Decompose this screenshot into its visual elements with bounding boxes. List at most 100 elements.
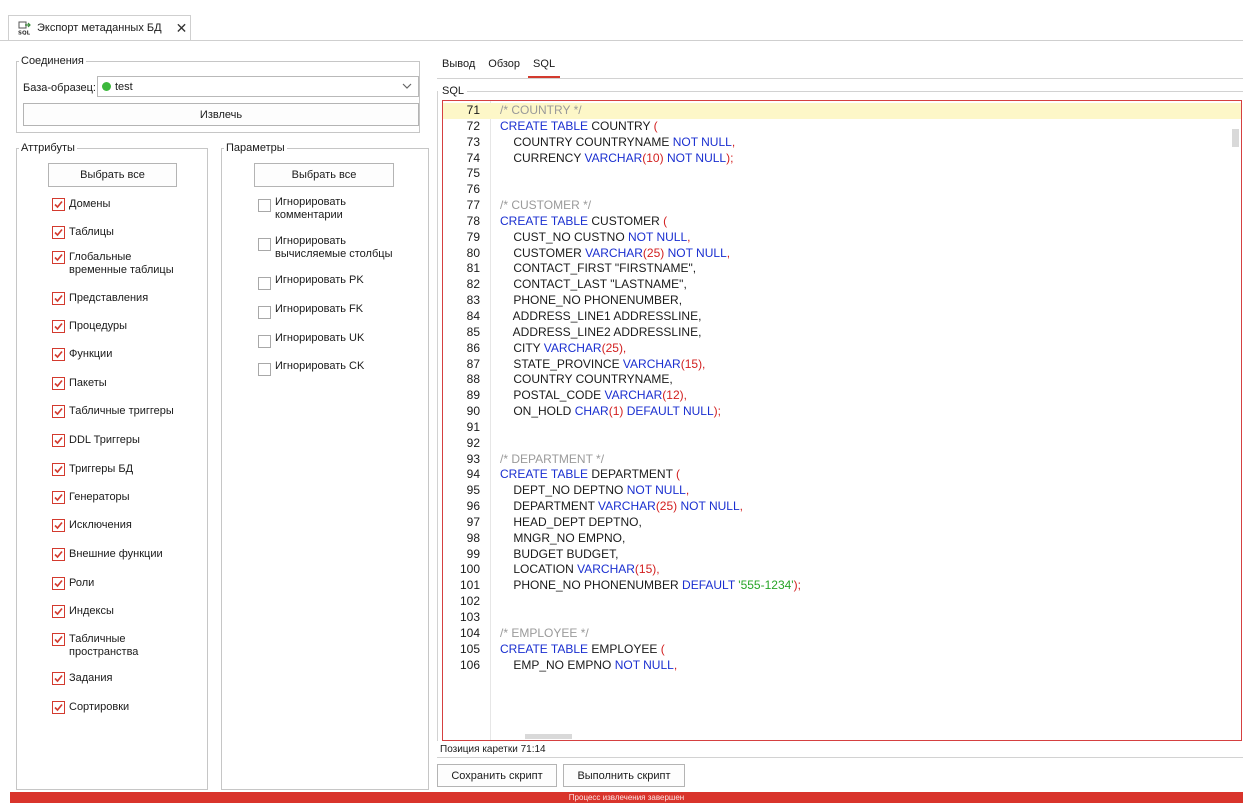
checkbox[interactable] bbox=[258, 277, 271, 290]
code-line[interactable]: 106 EMP_NO EMPNO NOT NULL, bbox=[443, 658, 1241, 674]
code-line[interactable]: 78 CREATE TABLE CUSTOMER ( bbox=[443, 214, 1241, 230]
code-line[interactable]: 74 CURRENCY VARCHAR(10) NOT NULL); bbox=[443, 151, 1241, 167]
code-line[interactable]: 72 CREATE TABLE COUNTRY ( bbox=[443, 119, 1241, 135]
checkbox[interactable] bbox=[52, 226, 65, 239]
checkbox[interactable] bbox=[52, 672, 65, 685]
code-line[interactable]: 88 COUNTRY COUNTRYNAME, bbox=[443, 372, 1241, 388]
checkbox[interactable] bbox=[258, 306, 271, 319]
parameter-checkbox-item[interactable]: Игнорировать UK bbox=[258, 332, 418, 348]
code-token: ); bbox=[726, 150, 734, 165]
attribute-checkbox-item[interactable]: Роли bbox=[52, 577, 202, 590]
close-icon[interactable]: ✕ bbox=[176, 21, 188, 35]
checkbox[interactable] bbox=[52, 251, 65, 264]
code-token: ); bbox=[793, 578, 801, 593]
parameter-checkbox-item[interactable]: Игнорировать PK bbox=[258, 274, 418, 290]
code-line[interactable]: 77 /* CUSTOMER */ bbox=[443, 198, 1241, 214]
parameter-checkbox-item[interactable]: Игнорировать CK bbox=[258, 360, 418, 376]
code-line[interactable]: 92 bbox=[443, 436, 1241, 452]
code-line[interactable]: 71 /* COUNTRY */ bbox=[443, 103, 1241, 119]
tab-output[interactable]: Вывод bbox=[437, 52, 480, 78]
extract-button[interactable]: Извлечь bbox=[23, 103, 419, 126]
attribute-checkbox-item[interactable]: Табличные пространства bbox=[52, 633, 202, 659]
parameter-checkbox-item[interactable]: Игнорировать FK bbox=[258, 303, 418, 319]
checkbox[interactable] bbox=[52, 519, 65, 532]
attribute-checkbox-item[interactable]: Триггеры БД bbox=[52, 463, 202, 476]
attribute-checkbox-item[interactable]: Пакеты bbox=[52, 377, 202, 390]
attribute-checkbox-item[interactable]: Задания bbox=[52, 672, 202, 685]
checkbox[interactable] bbox=[52, 548, 65, 561]
code-line[interactable]: 102 bbox=[443, 594, 1241, 610]
checkbox[interactable] bbox=[52, 320, 65, 333]
code-line[interactable]: 105 CREATE TABLE EMPLOYEE ( bbox=[443, 642, 1241, 658]
parameters-select-all-button[interactable]: Выбрать все bbox=[254, 163, 394, 187]
code-line[interactable]: 103 bbox=[443, 610, 1241, 626]
horizontal-scrollbar[interactable] bbox=[525, 734, 572, 739]
tab-overview[interactable]: Обзор bbox=[483, 52, 525, 78]
checkbox[interactable] bbox=[258, 199, 271, 212]
checkbox[interactable] bbox=[52, 348, 65, 361]
checkbox[interactable] bbox=[52, 463, 65, 476]
code-line[interactable]: 79 CUST_NO CUSTNO NOT NULL, bbox=[443, 230, 1241, 246]
attributes-select-all-button[interactable]: Выбрать все bbox=[48, 163, 177, 187]
checkbox[interactable] bbox=[258, 363, 271, 376]
attribute-checkbox-item[interactable]: Процедуры bbox=[52, 320, 202, 333]
code-line[interactable]: 97 HEAD_DEPT DEPTNO, bbox=[443, 515, 1241, 531]
code-line[interactable]: 98 MNGR_NO EMPNO, bbox=[443, 531, 1241, 547]
run-script-button[interactable]: Выполнить скрипт bbox=[563, 764, 685, 787]
attribute-checkbox-item[interactable]: Глобальные временные таблицы bbox=[52, 251, 202, 277]
checkbox[interactable] bbox=[52, 434, 65, 447]
code-line[interactable]: 94 CREATE TABLE DEPARTMENT ( bbox=[443, 467, 1241, 483]
checkbox[interactable] bbox=[52, 605, 65, 618]
sql-editor[interactable]: 71/* COUNTRY */72 CREATE TABLE COUNTRY (7… bbox=[442, 100, 1242, 741]
attribute-checkbox-item[interactable]: Индексы bbox=[52, 605, 202, 618]
code-line[interactable]: 84 ADDRESS_LINE1 ADDRESSLINE, bbox=[443, 309, 1241, 325]
code-line[interactable]: 75 bbox=[443, 166, 1241, 182]
database-select[interactable]: test bbox=[97, 76, 419, 97]
code-line[interactable]: 81 CONTACT_FIRST "FIRSTNAME", bbox=[443, 261, 1241, 277]
code-line[interactable]: 100 LOCATION VARCHAR(15), bbox=[443, 562, 1241, 578]
attribute-checkbox-item[interactable]: DDL Триггеры bbox=[52, 434, 202, 447]
document-tab[interactable]: SQL Экспорт метаданных БД ✕ bbox=[8, 15, 191, 41]
code-line[interactable]: 89 POSTAL_CODE VARCHAR(12), bbox=[443, 388, 1241, 404]
parameter-checkbox-item[interactable]: Игнорировать вычисляемые столбцы bbox=[258, 235, 418, 261]
code-line[interactable]: 91 bbox=[443, 420, 1241, 436]
checkbox[interactable] bbox=[258, 335, 271, 348]
checkbox[interactable] bbox=[52, 491, 65, 504]
attribute-checkbox-item[interactable]: Представления bbox=[52, 292, 202, 305]
checkbox[interactable] bbox=[52, 292, 65, 305]
code-line[interactable]: 86 CITY VARCHAR(25), bbox=[443, 341, 1241, 357]
code-line[interactable]: 101 PHONE_NO PHONENUMBER DEFAULT '555-12… bbox=[443, 578, 1241, 594]
code-line[interactable]: 80 CUSTOMER VARCHAR(25) NOT NULL, bbox=[443, 246, 1241, 262]
vertical-scrollbar[interactable] bbox=[1232, 129, 1239, 147]
checkbox[interactable] bbox=[52, 577, 65, 590]
attribute-checkbox-item[interactable]: Внешние функции bbox=[52, 548, 202, 561]
checkbox[interactable] bbox=[52, 633, 65, 646]
code-line[interactable]: 76 bbox=[443, 182, 1241, 198]
code-line[interactable]: 90 ON_HOLD CHAR(1) DEFAULT NULL); bbox=[443, 404, 1241, 420]
code-line[interactable]: 82 CONTACT_LAST "LASTNAME", bbox=[443, 277, 1241, 293]
checkbox[interactable] bbox=[52, 405, 65, 418]
save-script-button[interactable]: Сохранить скрипт bbox=[437, 764, 557, 787]
checkbox[interactable] bbox=[52, 198, 65, 211]
code-line[interactable]: 87 STATE_PROVINCE VARCHAR(15), bbox=[443, 357, 1241, 373]
code-line[interactable]: 99 BUDGET BUDGET, bbox=[443, 547, 1241, 563]
attribute-checkbox-item[interactable]: Таблицы bbox=[52, 226, 202, 239]
parameter-checkbox-item[interactable]: Игнорировать комментарии bbox=[258, 196, 418, 222]
code-line[interactable]: 85 ADDRESS_LINE2 ADDRESSLINE, bbox=[443, 325, 1241, 341]
tab-sql[interactable]: SQL bbox=[528, 52, 561, 78]
attribute-checkbox-item[interactable]: Табличные триггеры bbox=[52, 405, 202, 418]
code-line[interactable]: 93 /* DEPARTMENT */ bbox=[443, 452, 1241, 468]
attribute-checkbox-item[interactable]: Генераторы bbox=[52, 491, 202, 504]
attribute-checkbox-item[interactable]: Домены bbox=[52, 198, 202, 211]
attribute-checkbox-item[interactable]: Исключения bbox=[52, 519, 202, 532]
code-line[interactable]: 73 COUNTRY COUNTRYNAME NOT NULL, bbox=[443, 135, 1241, 151]
checkbox[interactable] bbox=[258, 238, 271, 251]
attribute-checkbox-item[interactable]: Функции bbox=[52, 348, 202, 361]
code-line[interactable]: 96 DEPARTMENT VARCHAR(25) NOT NULL, bbox=[443, 499, 1241, 515]
code-line[interactable]: 95 DEPT_NO DEPTNO NOT NULL, bbox=[443, 483, 1241, 499]
code-line[interactable]: 104 /* EMPLOYEE */ bbox=[443, 626, 1241, 642]
checkbox[interactable] bbox=[52, 701, 65, 714]
code-line[interactable]: 83 PHONE_NO PHONENUMBER, bbox=[443, 293, 1241, 309]
checkbox[interactable] bbox=[52, 377, 65, 390]
attribute-checkbox-item[interactable]: Сортировки bbox=[52, 701, 202, 714]
